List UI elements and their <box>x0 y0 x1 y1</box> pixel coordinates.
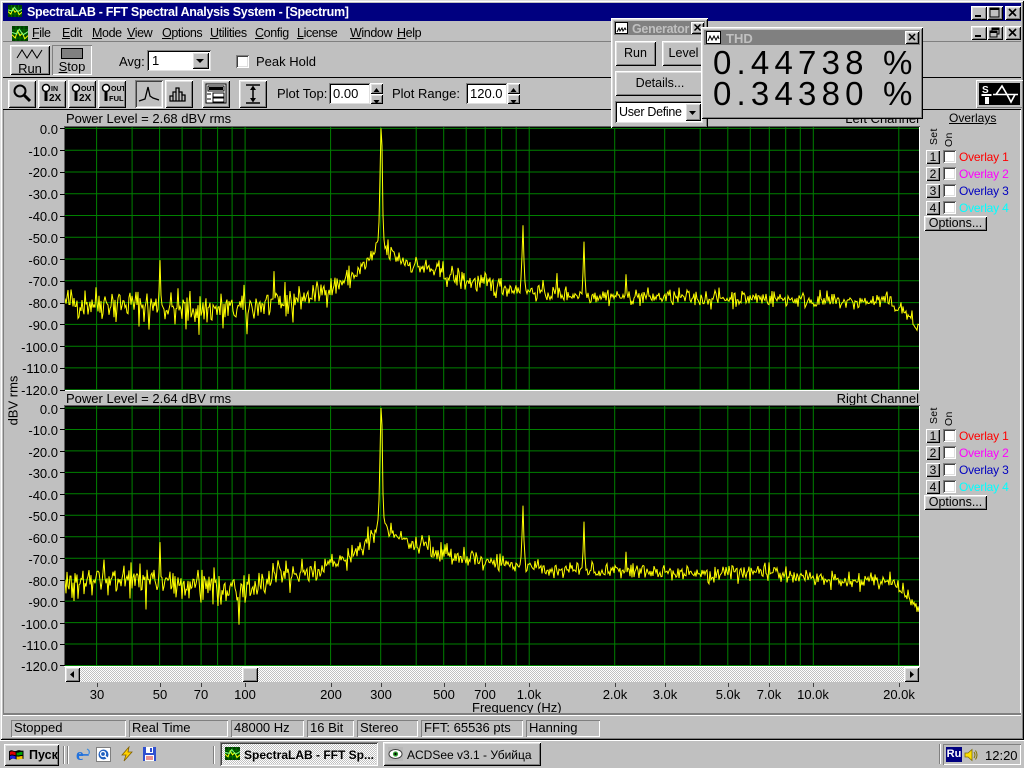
svg-text:2X: 2X <box>79 93 92 104</box>
svg-text:e: e <box>76 746 84 762</box>
svg-text:FULL: FULL <box>109 94 124 103</box>
svg-text:2X: 2X <box>49 93 62 104</box>
svg-text:IN: IN <box>51 86 58 93</box>
svg-text:OUT: OUT <box>111 86 124 93</box>
svg-text:OUT: OUT <box>81 86 94 93</box>
